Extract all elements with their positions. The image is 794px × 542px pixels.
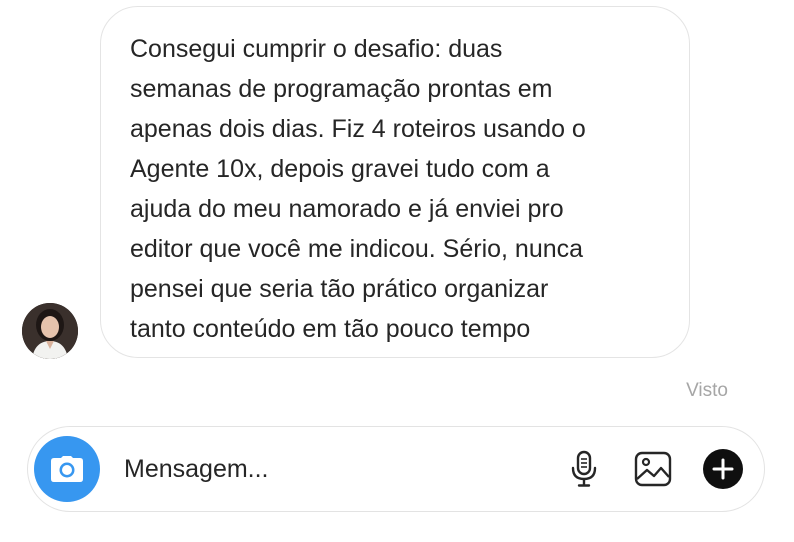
plus-circle-icon — [703, 449, 743, 489]
more-options-button[interactable] — [701, 447, 745, 491]
camera-icon — [51, 456, 83, 482]
received-message-bubble[interactable]: Consegui cumprir o desafio: duas semanas… — [100, 6, 690, 358]
message-text: Consegui cumprir o desafio: duas semanas… — [130, 35, 586, 343]
message-input[interactable] — [124, 449, 544, 489]
sender-avatar[interactable] — [22, 303, 78, 359]
camera-button[interactable] — [34, 436, 100, 502]
seen-status: Visto — [686, 380, 728, 401]
microphone-icon — [571, 450, 597, 487]
avatar-photo — [22, 303, 78, 359]
message-composer — [27, 426, 765, 512]
voice-message-button[interactable] — [562, 447, 606, 491]
gallery-button[interactable] — [631, 447, 675, 491]
image-gallery-icon — [634, 451, 672, 487]
